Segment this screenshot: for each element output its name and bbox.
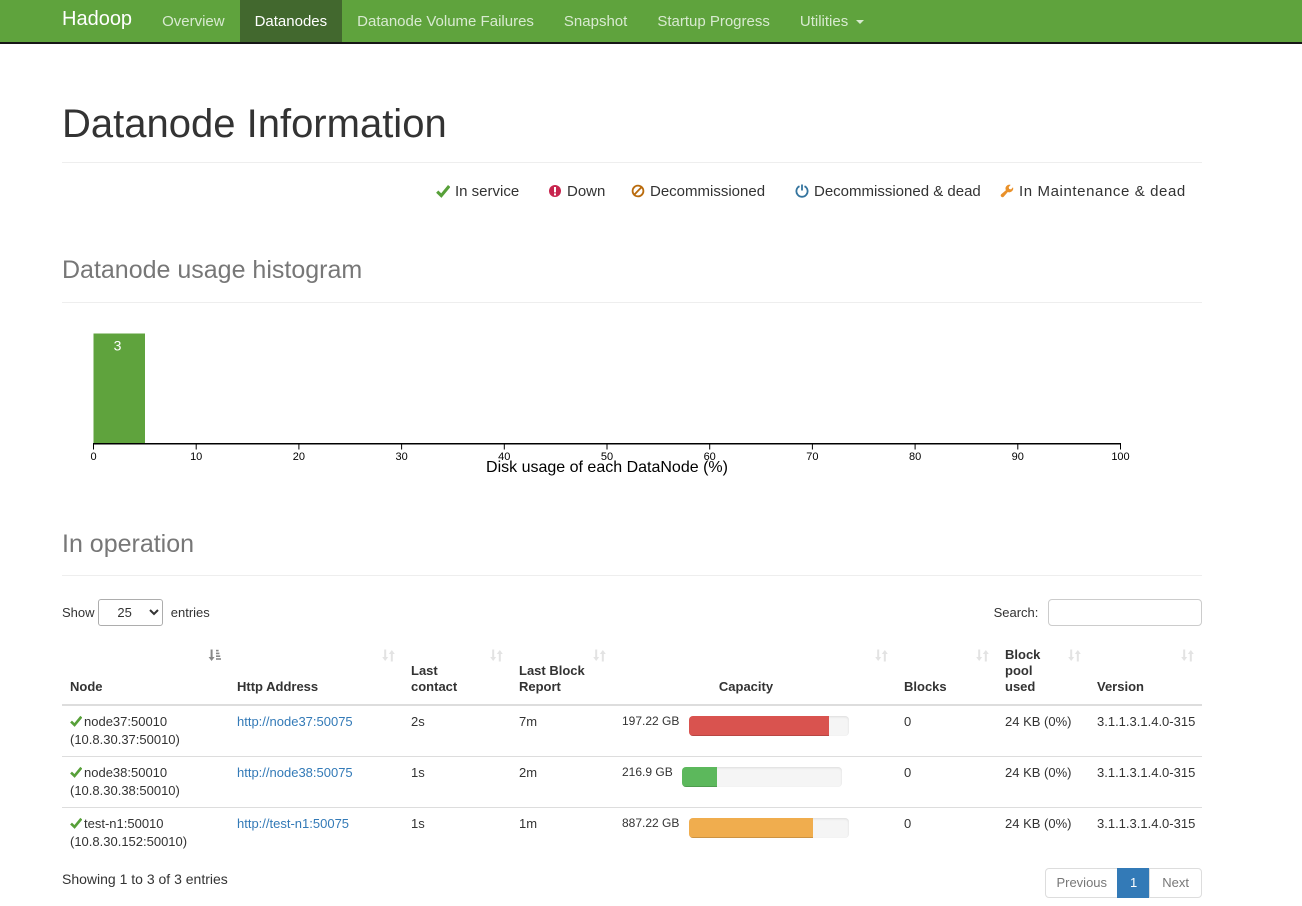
svg-text:70: 70 xyxy=(806,451,818,463)
svg-text:20: 20 xyxy=(293,451,305,463)
svg-text:30: 30 xyxy=(395,451,407,463)
svg-text:Disk usage of each DataNode (%: Disk usage of each DataNode (%) xyxy=(486,459,728,476)
svg-text:3: 3 xyxy=(114,337,122,353)
svg-text:80: 80 xyxy=(909,451,921,463)
svg-text:10: 10 xyxy=(190,451,202,463)
svg-text:100: 100 xyxy=(1111,451,1129,463)
svg-text:0: 0 xyxy=(90,451,96,463)
svg-text:90: 90 xyxy=(1012,451,1024,463)
